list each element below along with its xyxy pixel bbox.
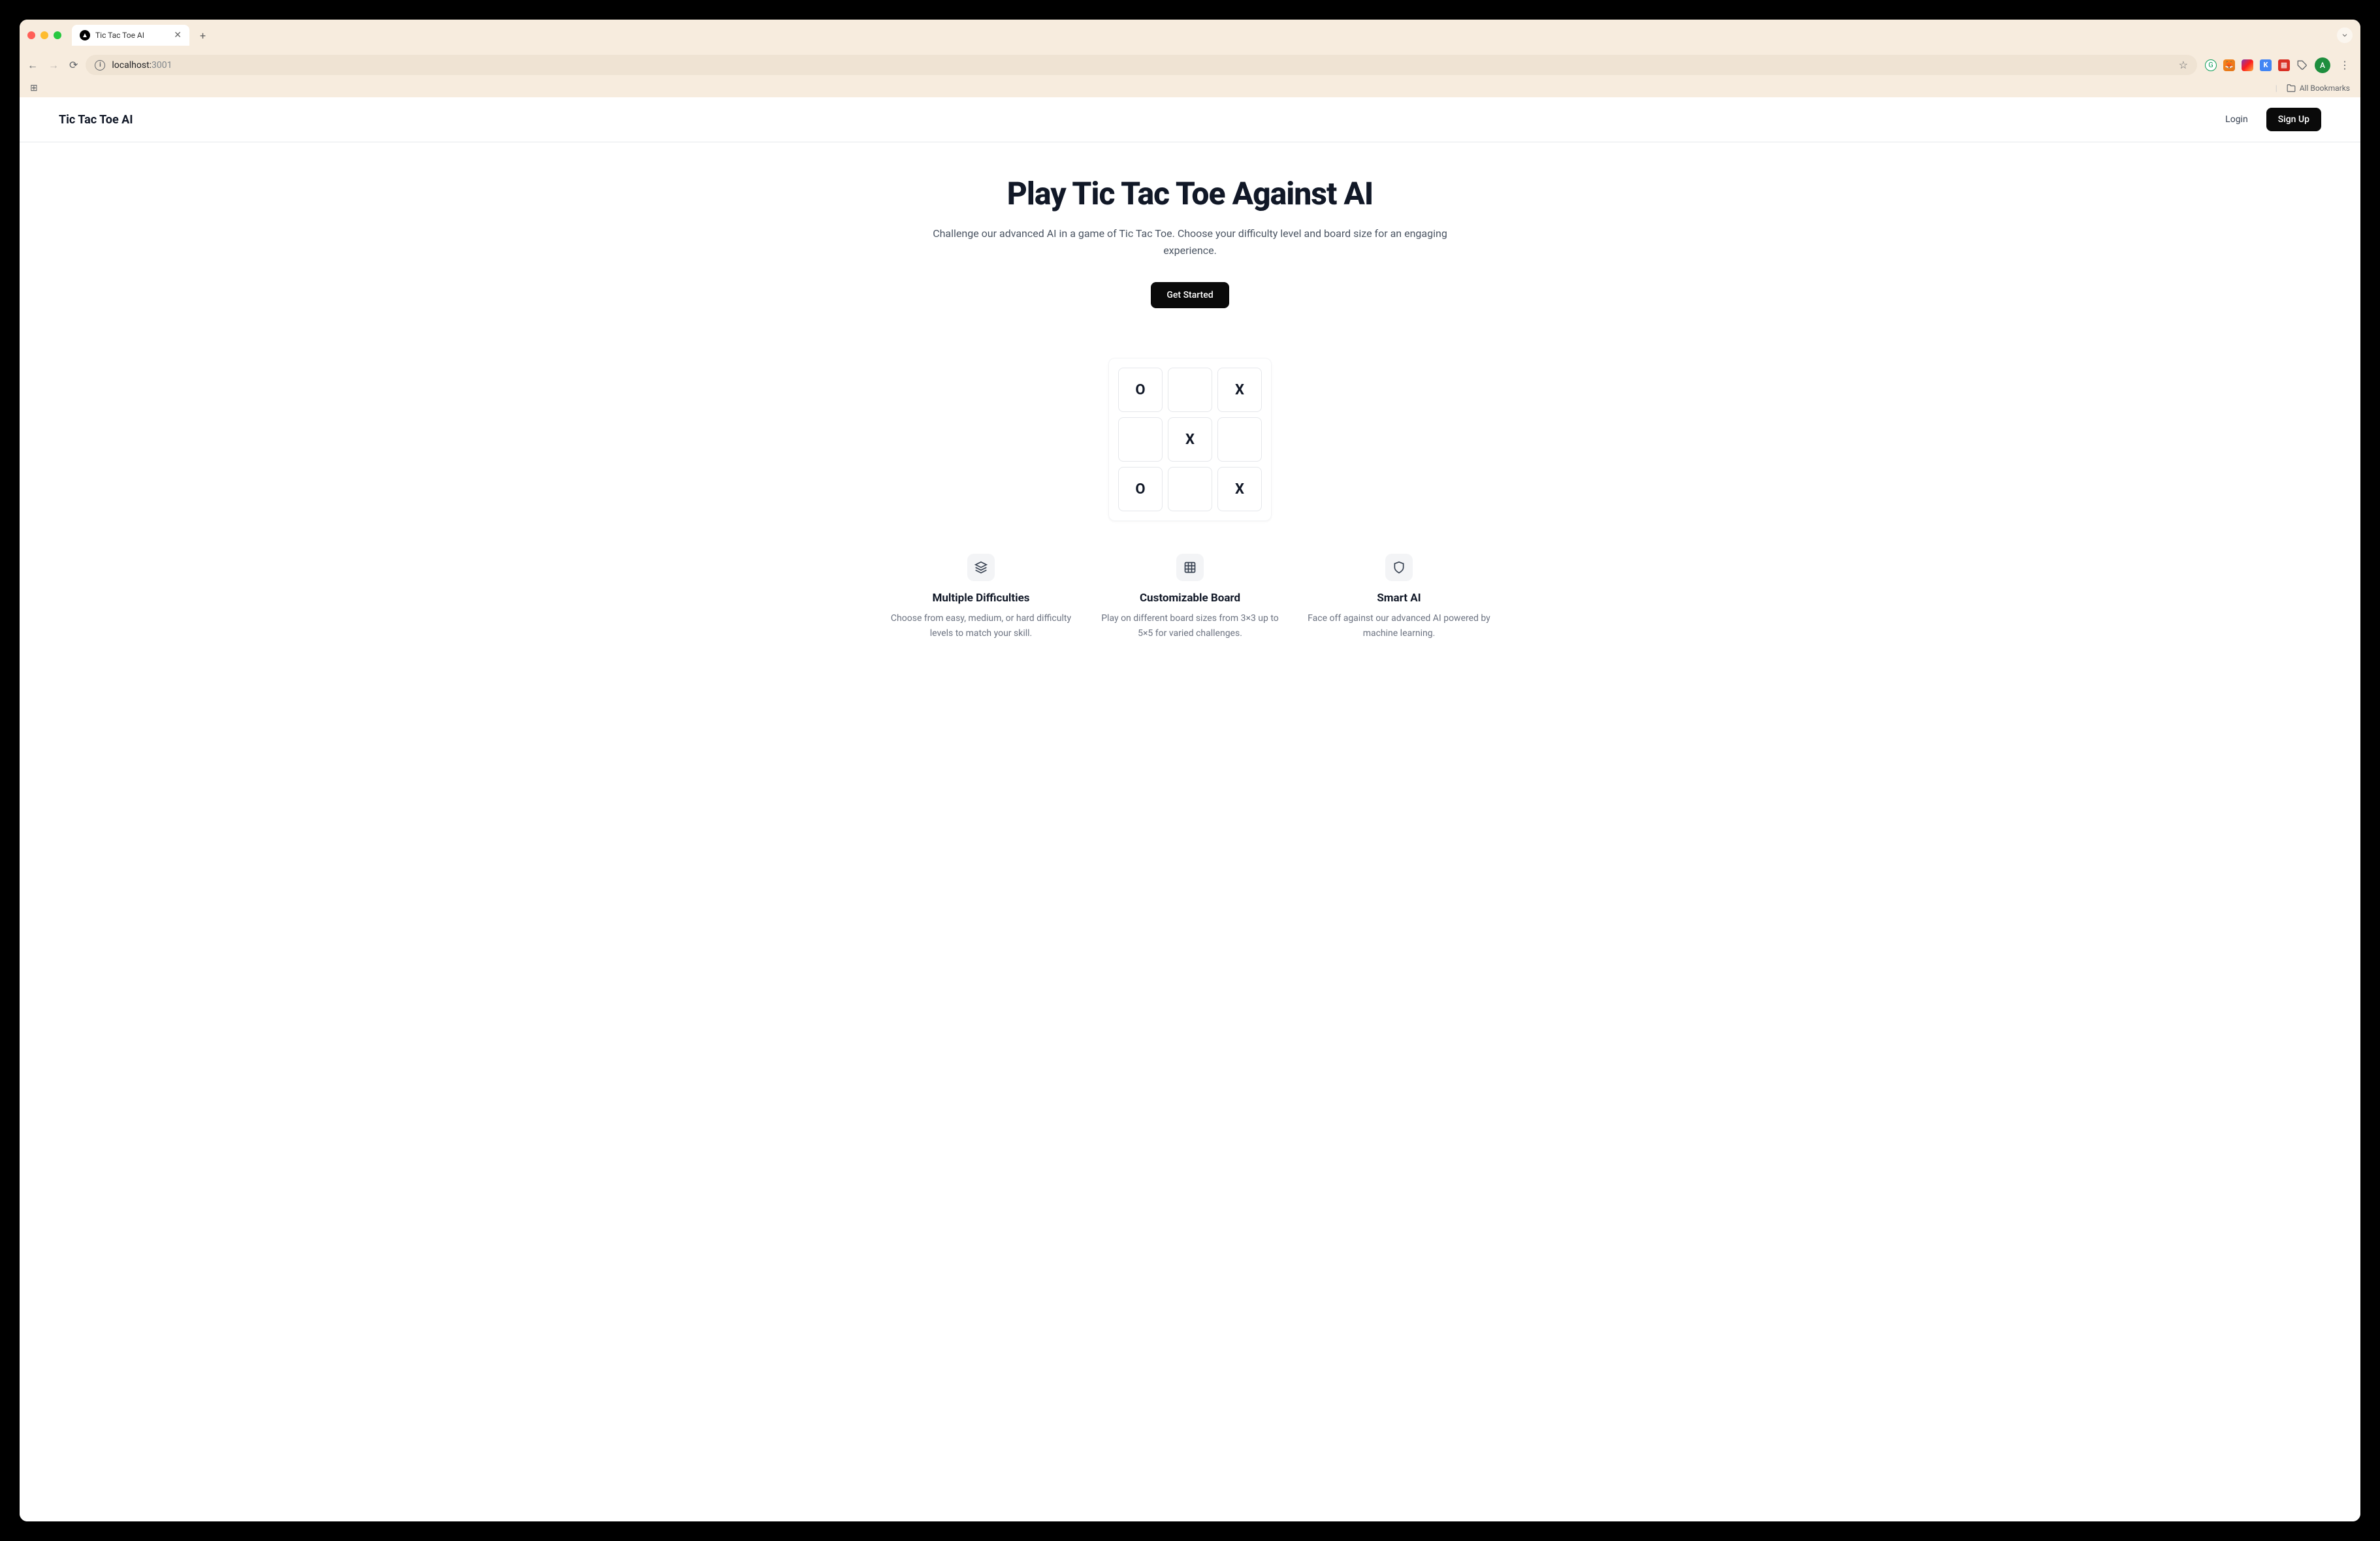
board-cell-8[interactable]: X (1217, 467, 1262, 511)
profile-avatar[interactable]: A (2315, 57, 2330, 73)
hero-title: Play Tic Tac Toe Against AI (46, 175, 2334, 212)
feature-difficulties: Multiple Difficulties Choose from easy, … (890, 554, 1072, 641)
window-close-button[interactable] (27, 31, 35, 39)
traffic-lights (27, 31, 61, 39)
board-cell-5[interactable] (1217, 417, 1262, 462)
bookmarks-bar: ⊞ | All Bookmarks (20, 79, 2360, 97)
site-header: Tic Tac Toe AI Login Sign Up (20, 97, 2360, 142)
tab-title: Tic Tac Toe AI (95, 31, 169, 40)
site-nav: Login Sign Up (2217, 108, 2321, 131)
site-info-icon[interactable]: i (95, 60, 105, 71)
chevron-down-icon (2341, 31, 2349, 39)
browser-menu-button[interactable]: ⋮ (2337, 59, 2353, 71)
board-cell-1[interactable] (1168, 368, 1212, 412)
feature-desc: Choose from easy, medium, or hard diffic… (890, 611, 1072, 641)
features-section: Multiple Difficulties Choose from easy, … (863, 554, 1517, 667)
url-text: localhost:3001 (112, 60, 172, 71)
page-content: Tic Tac Toe AI Login Sign Up Play Tic Ta… (20, 97, 2360, 1521)
window-minimize-button[interactable] (40, 31, 48, 39)
extension-icon-metamask[interactable]: 🦊 (2223, 59, 2235, 71)
feature-desc: Play on different board sizes from 3×3 u… (1099, 611, 1281, 641)
url-port: 3001 (152, 60, 172, 71)
extension-icons: G 🦊 K ▦ A ⋮ (2205, 57, 2353, 73)
get-started-button[interactable]: Get Started (1151, 282, 1229, 308)
window-maximize-button[interactable] (54, 31, 61, 39)
layers-icon (967, 554, 995, 581)
hero-subtitle: Challenge our advanced AI in a game of T… (929, 225, 1451, 259)
board-cell-6[interactable]: O (1118, 467, 1163, 511)
folder-icon (2287, 84, 2296, 93)
browser-chrome: ▲ Tic Tac Toe AI ✕ + ← → ⟳ i localhost:3 (20, 20, 2360, 97)
nav-buttons: ← → ⟳ (27, 59, 78, 72)
signup-button[interactable]: Sign Up (2266, 108, 2321, 131)
game-board-container: O X X O X (20, 334, 2360, 554)
grid-icon (1176, 554, 1204, 581)
board-cell-4[interactable]: X (1168, 417, 1212, 462)
game-board: O X X O X (1108, 358, 1272, 521)
reload-button[interactable]: ⟳ (69, 59, 78, 72)
login-link[interactable]: Login (2217, 109, 2256, 130)
hero-section: Play Tic Tac Toe Against AI Challenge ou… (20, 142, 2360, 334)
feature-title: Customizable Board (1099, 592, 1281, 605)
back-button[interactable]: ← (27, 59, 38, 72)
board-cell-0[interactable]: O (1118, 368, 1163, 412)
tab-favicon-icon: ▲ (80, 30, 90, 40)
browser-tab[interactable]: ▲ Tic Tac Toe AI ✕ (72, 25, 189, 46)
browser-window: ▲ Tic Tac Toe AI ✕ + ← → ⟳ i localhost:3 (20, 20, 2360, 1521)
board-cell-3[interactable] (1118, 417, 1163, 462)
feature-desc: Face off against our advanced AI powered… (1308, 611, 1490, 641)
extension-icon-red[interactable]: ▦ (2278, 59, 2290, 71)
forward-button[interactable]: → (48, 59, 59, 72)
url-bar[interactable]: i localhost:3001 ☆ (86, 55, 2197, 75)
site-logo[interactable]: Tic Tac Toe AI (59, 113, 133, 127)
profile-initial: A (2320, 61, 2325, 70)
shield-icon (1385, 554, 1413, 581)
apps-grid-icon[interactable]: ⊞ (30, 83, 38, 93)
bookmark-star-icon[interactable]: ☆ (2179, 59, 2188, 71)
extension-icon-k[interactable]: K (2260, 59, 2272, 71)
title-bar: ▲ Tic Tac Toe AI ✕ + (20, 20, 2360, 51)
tab-close-icon[interactable]: ✕ (174, 30, 182, 40)
feature-title: Multiple Difficulties (890, 592, 1072, 605)
feature-board: Customizable Board Play on different boa… (1099, 554, 1281, 641)
all-bookmarks-link[interactable]: All Bookmarks (2300, 84, 2350, 93)
feature-title: Smart AI (1308, 592, 1490, 605)
url-bar-row: ← → ⟳ i localhost:3001 ☆ G 🦊 K ▦ (20, 51, 2360, 79)
feature-ai: Smart AI Face off against our advanced A… (1308, 554, 1490, 641)
extensions-menu-icon[interactable] (2296, 59, 2308, 71)
extension-icon-grammarly[interactable]: G (2205, 59, 2217, 71)
bookmarks-right: | All Bookmarks (2275, 84, 2350, 93)
tabs-dropdown-button[interactable] (2337, 27, 2353, 43)
extension-icon-instagram[interactable] (2242, 59, 2253, 71)
divider: | (2275, 84, 2277, 93)
board-cell-7[interactable] (1168, 467, 1212, 511)
new-tab-button[interactable]: + (195, 29, 211, 42)
url-host: localhost: (112, 60, 152, 71)
board-cell-2[interactable]: X (1217, 368, 1262, 412)
